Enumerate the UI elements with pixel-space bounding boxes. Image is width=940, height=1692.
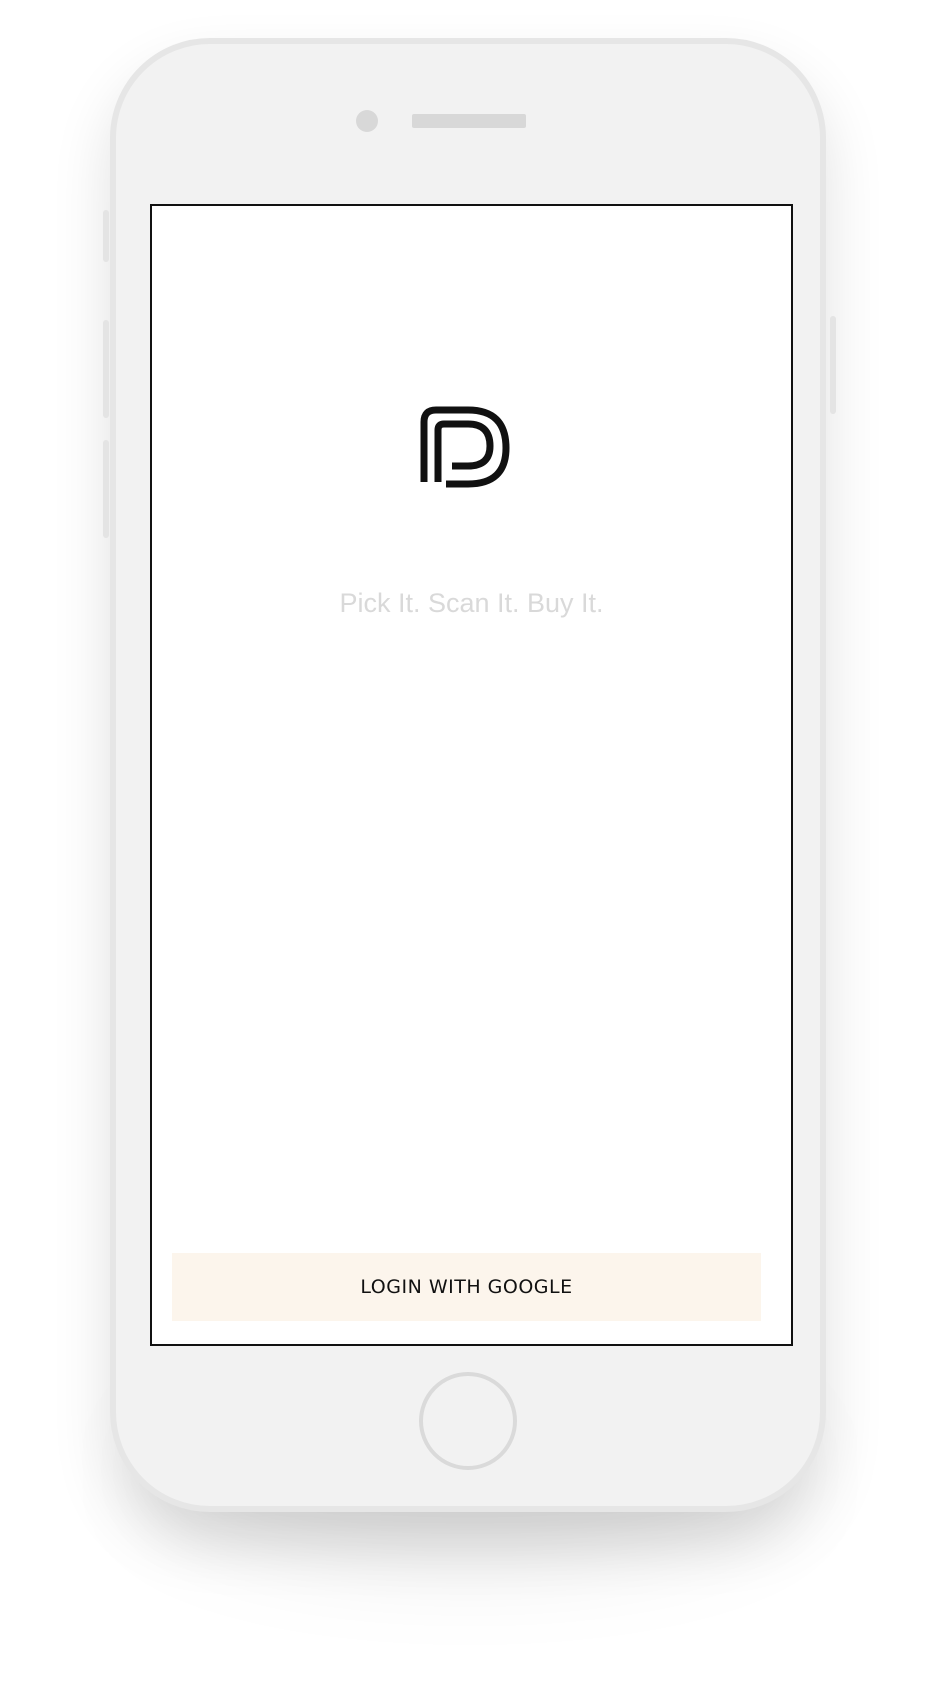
login-with-google-button[interactable]: LOGIN WITH GOOGLE (172, 1253, 761, 1321)
earpiece-speaker (412, 114, 526, 128)
volume-up-button (103, 320, 109, 418)
tagline: Pick It. Scan It. Buy It. (339, 588, 604, 618)
home-button[interactable] (419, 1372, 517, 1470)
app-screen (150, 204, 793, 1346)
power-button (830, 316, 836, 414)
dp-monogram-icon (420, 406, 510, 488)
volume-down-button (103, 440, 109, 538)
front-camera (356, 110, 378, 132)
mute-switch (103, 210, 109, 262)
